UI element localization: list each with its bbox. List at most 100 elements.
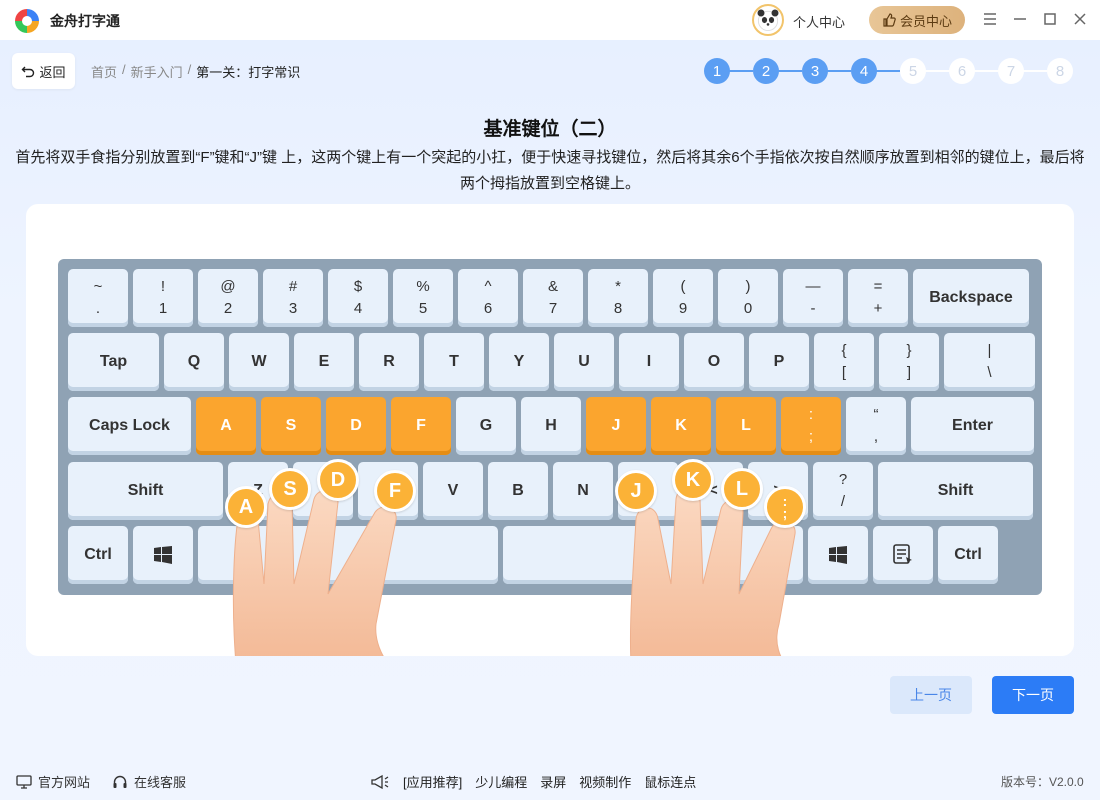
key-base-char: 5 xyxy=(418,300,428,317)
key-base-char: 9 xyxy=(678,300,688,317)
key-i: I xyxy=(619,333,679,391)
key-base-char: 6 xyxy=(483,300,493,317)
footer-auto-clicker[interactable]: 鼠标连点 xyxy=(644,772,696,791)
breadcrumb-home[interactable]: 首页 xyxy=(91,62,117,81)
footer-kids-coding[interactable]: 少儿编程 xyxy=(475,772,527,791)
key-label: R xyxy=(383,353,395,370)
key-label: V xyxy=(447,482,459,499)
official-site-link[interactable]: 官方网站 xyxy=(16,772,90,791)
headset-icon xyxy=(113,775,127,788)
user-avatar[interactable] xyxy=(752,4,784,36)
key-6: ^ 6 xyxy=(458,269,518,327)
key-y: Y xyxy=(489,333,549,391)
menu-key-icon xyxy=(893,544,912,564)
finger-label-s: S xyxy=(269,468,311,510)
key-label: D xyxy=(350,417,362,434)
footer-recommend: [应用推荐] xyxy=(403,775,463,790)
key-t: T xyxy=(424,333,484,391)
key-ctrl: Ctrl xyxy=(68,526,128,584)
key--: — - xyxy=(783,269,843,327)
minimize-icon[interactable] xyxy=(1009,8,1031,30)
key-d: D xyxy=(326,397,386,455)
key-base-char: 3 xyxy=(288,300,298,317)
step-line xyxy=(827,70,851,72)
key-k: K xyxy=(651,397,711,455)
step-line xyxy=(729,70,753,72)
key-f: F xyxy=(391,397,451,455)
key-base-char: , xyxy=(873,428,879,445)
key-label: A xyxy=(220,417,232,434)
key-shift-char: | xyxy=(987,342,992,359)
key-base-char: 2 xyxy=(223,300,233,317)
finger-label-semicolon-bottom: ; xyxy=(782,505,788,521)
key-label: N xyxy=(577,482,589,499)
key-backspace: Backspace xyxy=(913,269,1029,327)
footer-screen-record[interactable]: 录屏 xyxy=(540,772,566,791)
key-shift-char: * xyxy=(615,278,621,295)
user-center-link[interactable]: 个人中心 xyxy=(793,12,845,31)
maximize-icon[interactable] xyxy=(1039,8,1061,30)
key-label: S xyxy=(285,417,297,434)
finger-label-semicolon: : ; xyxy=(764,486,806,528)
step-8[interactable]: 8 xyxy=(1047,58,1073,84)
keyboard-card: ~.! 1 @2 #3 $4% 5 ^ 6 & 7 * 8(9) 0— - = + Backspace Tap Q W… xyxy=(26,204,1074,656)
key-label: P xyxy=(773,353,785,370)
key-;: :; xyxy=(781,397,841,455)
finger-label-f: F xyxy=(374,470,416,512)
official-site-label: 官方网站 xyxy=(38,775,91,790)
online-service-label: 在线客服 xyxy=(134,775,187,790)
step-2[interactable]: 2 xyxy=(753,58,779,84)
key-label: F xyxy=(416,417,426,434)
step-1[interactable]: 1 xyxy=(704,58,730,84)
key-3: #3 xyxy=(263,269,323,327)
step-6[interactable]: 6 xyxy=(949,58,975,84)
key-label: W xyxy=(251,353,267,370)
finger-label-a: A xyxy=(225,486,267,528)
key-label: E xyxy=(318,353,330,370)
menu-icon[interactable] xyxy=(979,8,1001,30)
key-label: Ctrl xyxy=(84,546,112,563)
key-label: I xyxy=(646,353,652,370)
footer-video-maker[interactable]: 视频制作 xyxy=(579,772,631,791)
step-7[interactable]: 7 xyxy=(998,58,1024,84)
finger-label-l: L xyxy=(721,468,763,510)
close-icon[interactable] xyxy=(1069,8,1091,30)
key-shift: Shift xyxy=(878,462,1033,520)
key-label: B xyxy=(512,482,524,499)
thumbs-up-icon xyxy=(883,13,896,27)
key-base-char: ; xyxy=(808,428,814,445)
key-caps-lock: Caps Lock xyxy=(68,397,191,455)
breadcrumb-beginner[interactable]: 新手入门 xyxy=(131,62,183,81)
windows-icon xyxy=(154,546,172,564)
breadcrumb-separator: / xyxy=(122,62,126,77)
prev-page-button[interactable]: 上一页 xyxy=(890,676,972,714)
key-shift-char: — xyxy=(805,278,821,295)
back-button[interactable]: 返回 xyxy=(12,53,75,89)
key-label: U xyxy=(578,353,590,370)
vip-center-button[interactable]: 会员中心 xyxy=(869,6,965,34)
step-4[interactable]: 4 xyxy=(851,58,877,84)
key-+: = + xyxy=(848,269,908,327)
step-3[interactable]: 3 xyxy=(802,58,828,84)
key-shift-char: ? xyxy=(838,471,848,488)
key-8: * 8 xyxy=(588,269,648,327)
step-5[interactable]: 5 xyxy=(900,58,926,84)
key-shift-char: : xyxy=(808,406,814,423)
key-label: H xyxy=(545,417,557,434)
key-q: Q xyxy=(164,333,224,391)
key-label: Shift xyxy=(937,482,974,499)
key-label: Q xyxy=(187,353,201,370)
step-line xyxy=(1023,70,1047,72)
online-service-link[interactable]: 在线客服 xyxy=(112,772,186,791)
next-page-button[interactable]: 下一页 xyxy=(992,676,1074,714)
key-shift-char: & xyxy=(547,278,558,295)
key-j: J xyxy=(586,397,646,455)
keyboard: ~.! 1 @2 #3 $4% 5 ^ 6 & 7 * 8(9) 0— - = + Backspace Tap Q W… xyxy=(58,259,1042,595)
key-\: | \ xyxy=(944,333,1035,391)
lesson-description: 首先将双手食指分别放置到“F”键和“J”键 上，这两个键上有一个突起的小扛，便于… xyxy=(15,149,1085,192)
step-line xyxy=(876,70,900,72)
key-base-char: 7 xyxy=(548,300,558,317)
finger-label-k: K xyxy=(672,459,714,501)
key-shift-char: ( xyxy=(680,278,686,295)
key-5: % 5 xyxy=(393,269,453,327)
